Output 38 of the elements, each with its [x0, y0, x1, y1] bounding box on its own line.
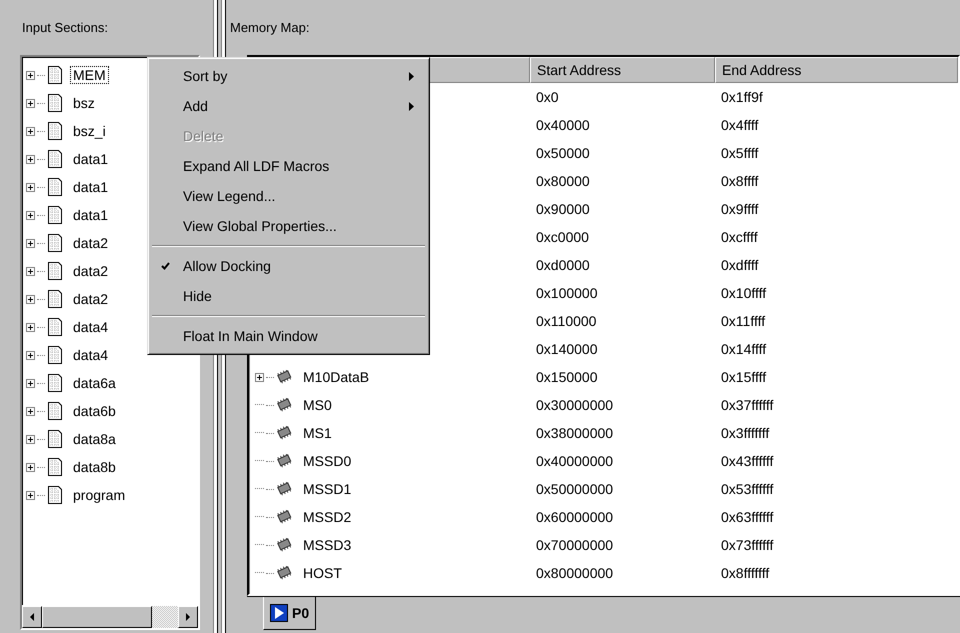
- table-cell: 0x70000000: [536, 537, 614, 553]
- table-cell: 0x60000000: [536, 509, 614, 525]
- table-cell: 0x73ffffff: [721, 537, 774, 553]
- table-cell: 0x43ffffff: [721, 453, 774, 469]
- table-cell: 0xd0000: [536, 257, 590, 273]
- table-cell: 0xcffff: [721, 229, 758, 245]
- table-cell: 0x38000000: [536, 425, 614, 441]
- table-cell: 0xc0000: [536, 229, 589, 245]
- table-cell: 0x10ffff: [721, 285, 766, 301]
- table-cell: 0x30000000: [536, 397, 614, 413]
- table-cell: 0x110000: [536, 313, 596, 329]
- panel-label: Input Sections:: [22, 20, 108, 35]
- table-cell: 0xdffff: [721, 257, 758, 273]
- table-cell: 0x50000000: [536, 481, 614, 497]
- table-cell: 0x8ffff: [721, 173, 758, 189]
- table-cell: 0x80000: [536, 173, 590, 189]
- table-cell: 0x0: [536, 89, 559, 105]
- table-cell: 0x100000: [536, 285, 598, 301]
- table-cell: 0x4ffff: [721, 117, 758, 133]
- table-cell: 0x1ff9f: [721, 89, 763, 105]
- table-cell: 0x140000: [536, 341, 598, 357]
- table-cell: 0x15ffff: [721, 369, 766, 385]
- table-cell: 0x14ffff: [721, 341, 766, 357]
- table-cell: 0x90000: [536, 201, 590, 217]
- table-cell: 0x11ffff: [721, 313, 766, 329]
- table-cell: 0x63ffffff: [721, 509, 774, 525]
- table-cell: 0x3fffffff: [721, 425, 770, 441]
- table-cell: 0x37ffffff: [721, 397, 774, 413]
- table-cell: 0x8fffffff: [721, 565, 770, 581]
- table-cell: 0x5ffff: [721, 145, 758, 161]
- panel-label: Memory Map:: [230, 20, 310, 35]
- table-cell: 0x40000: [536, 117, 590, 133]
- table-cell: 0x9ffff: [721, 201, 758, 217]
- table-cell: 0x40000000: [536, 453, 614, 469]
- table-cell: 0x150000: [536, 369, 598, 385]
- table-cell: 0x53ffffff: [721, 481, 774, 497]
- table-cell: 0x80000000: [536, 565, 614, 581]
- table-cell: 0x50000: [536, 145, 590, 161]
